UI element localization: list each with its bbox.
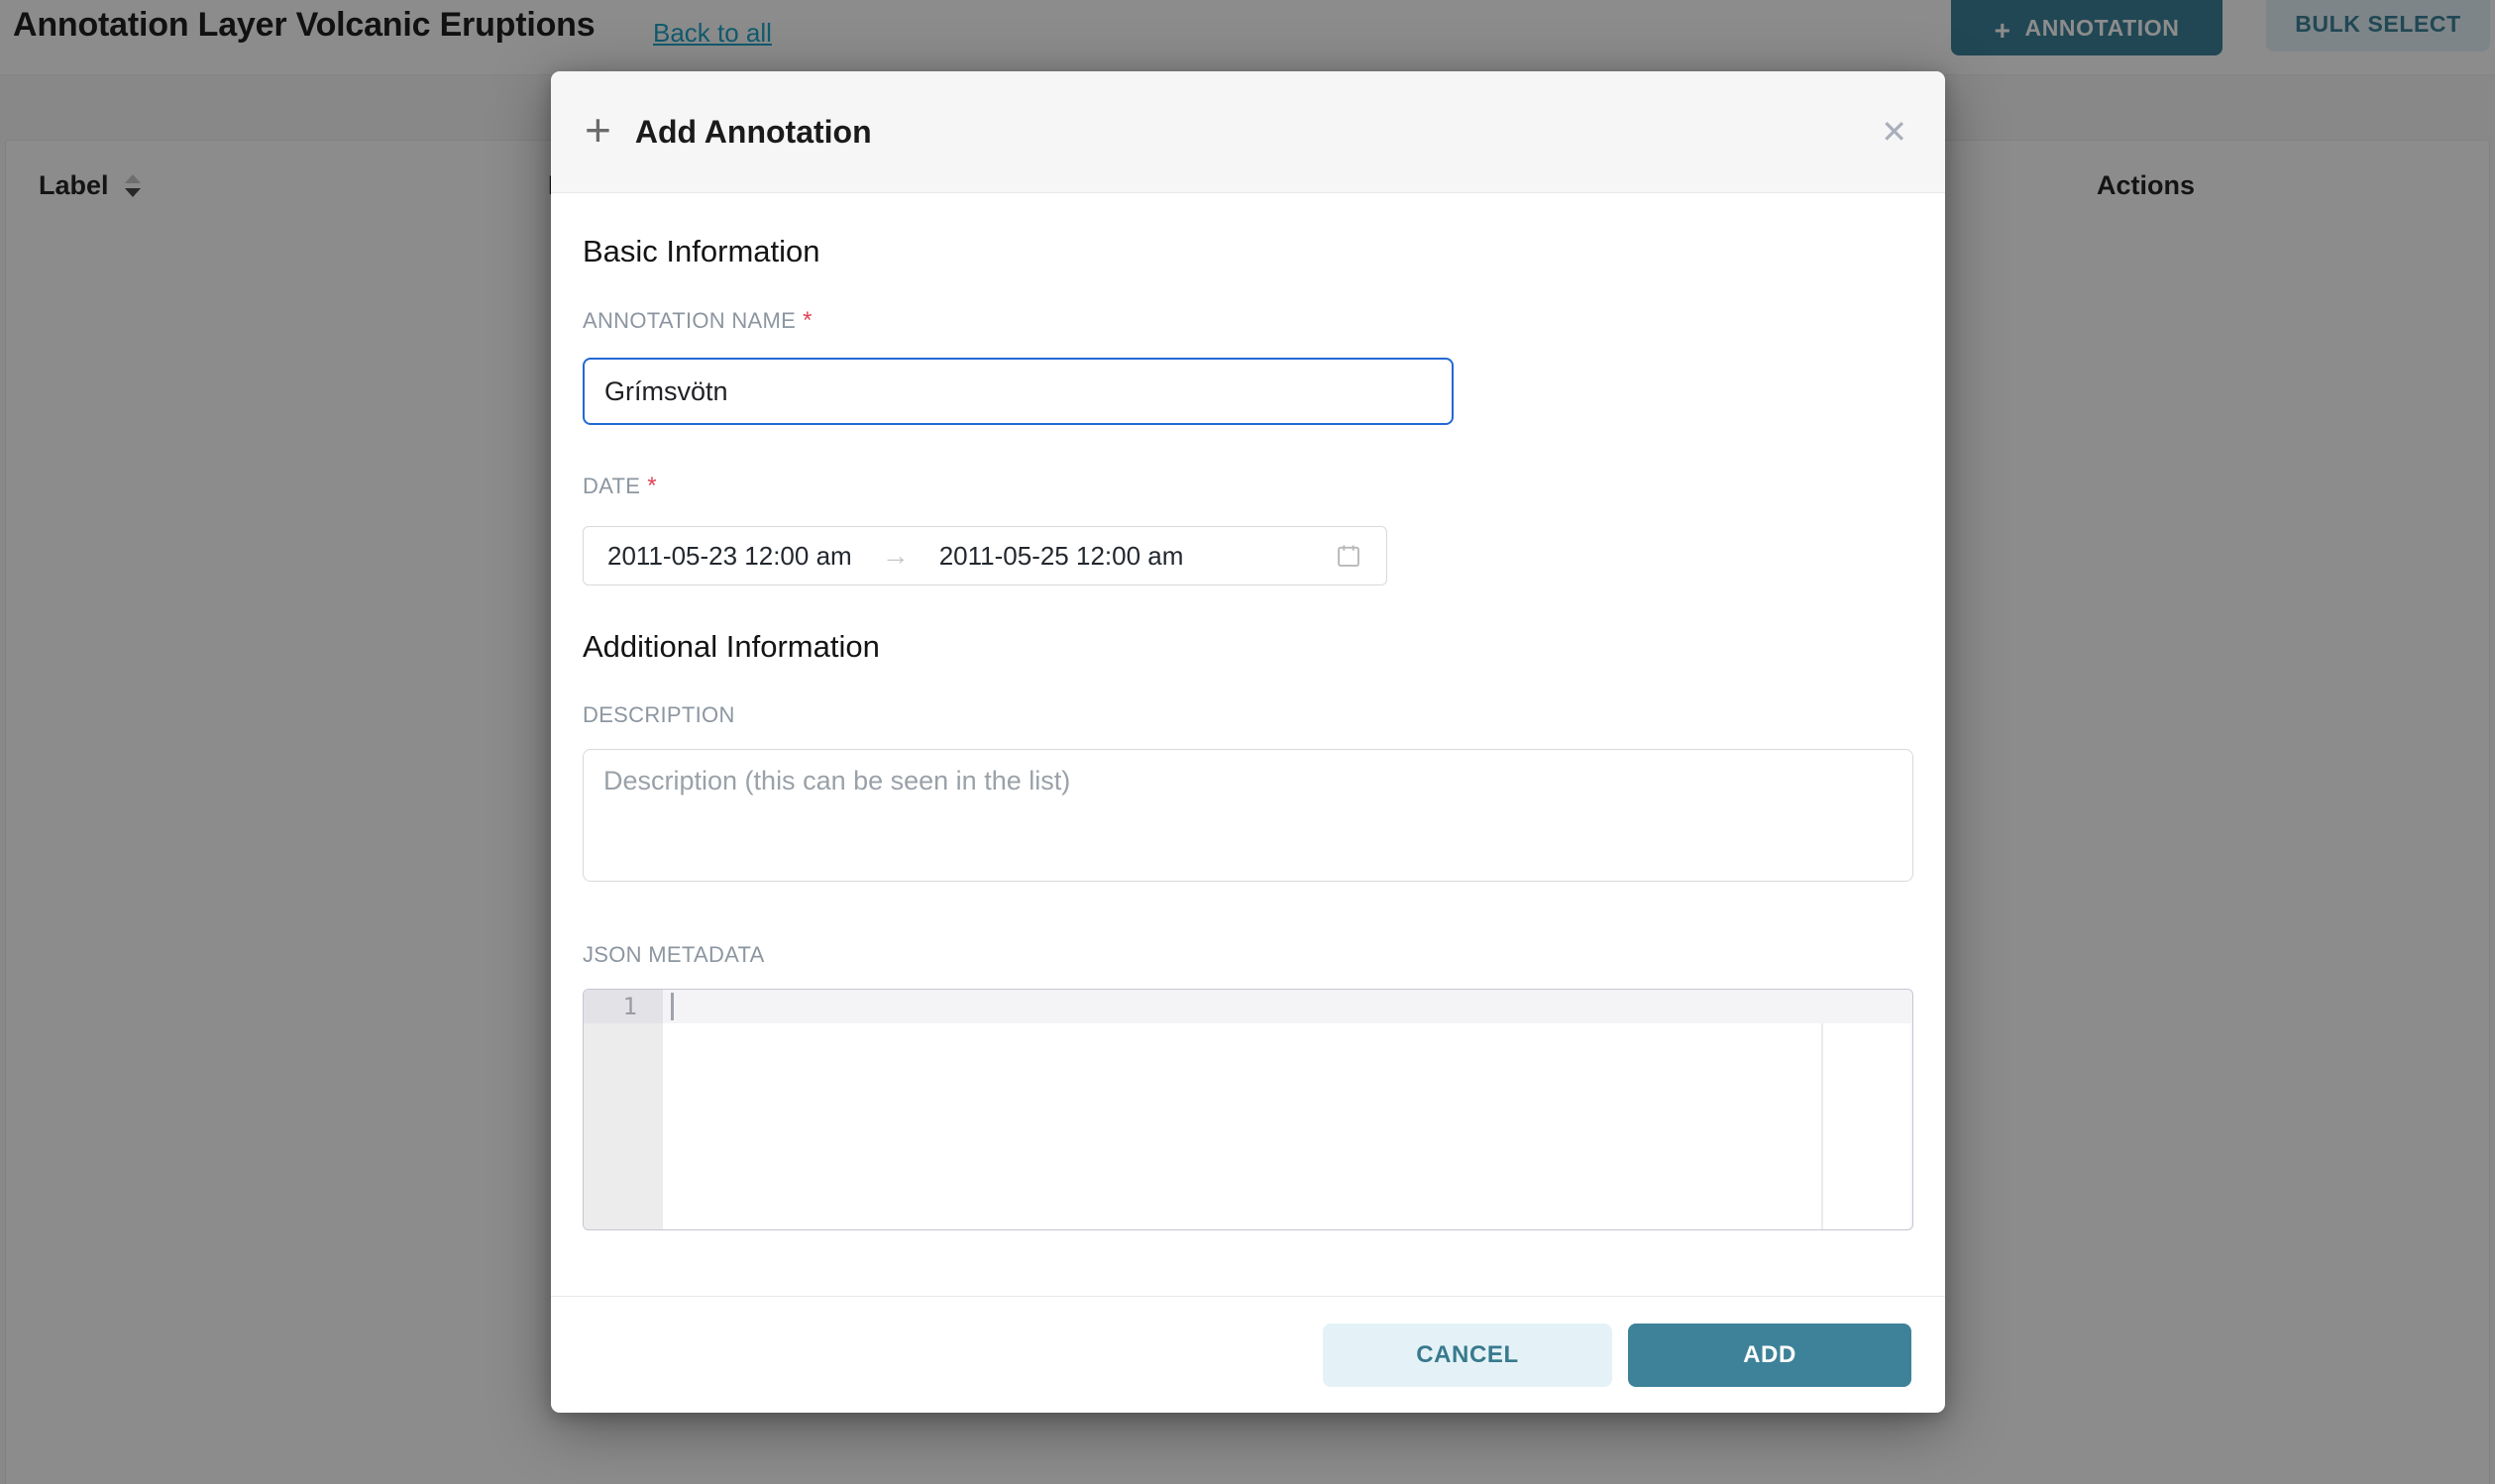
annotation-name-input[interactable] xyxy=(583,358,1454,425)
close-icon[interactable]: ✕ xyxy=(1881,116,1907,148)
add-button[interactable]: ADD xyxy=(1628,1324,1911,1387)
description-label-text: DESCRIPTION xyxy=(583,702,735,727)
plus-icon: + xyxy=(585,107,611,153)
calendar-icon xyxy=(1335,542,1362,570)
date-end-value[interactable]: 2011-05-25 12:00 am xyxy=(939,541,1184,572)
editor-active-line xyxy=(663,990,1912,1023)
date-label-text: DATE xyxy=(583,474,640,498)
modal-title: Add Annotation xyxy=(635,114,872,151)
editor-gutter: 1 xyxy=(584,990,663,1229)
modal-footer: CANCEL ADD xyxy=(551,1296,1945,1413)
modal-body: Basic Information ANNOTATION NAME * DATE *… xyxy=(551,193,1945,1296)
editor-code-area[interactable] xyxy=(663,990,1912,1229)
json-metadata-label: JSON METADATA xyxy=(583,942,1913,968)
description-label: DESCRIPTION xyxy=(583,702,1913,728)
date-start-value[interactable]: 2011-05-23 12:00 am xyxy=(607,541,852,572)
annotation-name-label: ANNOTATION NAME * xyxy=(583,307,1913,335)
required-asterisk: * xyxy=(647,473,657,499)
add-annotation-modal: + Add Annotation ✕ Basic Information ANN… xyxy=(551,71,1945,1413)
cancel-button[interactable]: CANCEL xyxy=(1323,1324,1612,1387)
description-textarea[interactable] xyxy=(583,749,1913,882)
annotation-name-label-text: ANNOTATION NAME xyxy=(583,308,796,333)
section-additional-information: Additional Information xyxy=(583,629,1913,665)
section-basic-information: Basic Information xyxy=(583,234,1913,269)
arrow-right-icon: → xyxy=(882,540,910,572)
text-cursor xyxy=(671,993,674,1020)
json-metadata-label-text: JSON METADATA xyxy=(583,942,765,967)
date-range-picker[interactable]: 2011-05-23 12:00 am → 2011-05-25 12:00 a… xyxy=(583,526,1387,585)
required-asterisk: * xyxy=(803,307,813,334)
date-label: DATE * xyxy=(583,473,1913,500)
editor-line-number: 1 xyxy=(584,990,663,1023)
modal-header: + Add Annotation ✕ xyxy=(551,71,1945,193)
json-metadata-editor[interactable]: 1 xyxy=(583,989,1913,1230)
editor-print-margin xyxy=(1821,990,1823,1229)
